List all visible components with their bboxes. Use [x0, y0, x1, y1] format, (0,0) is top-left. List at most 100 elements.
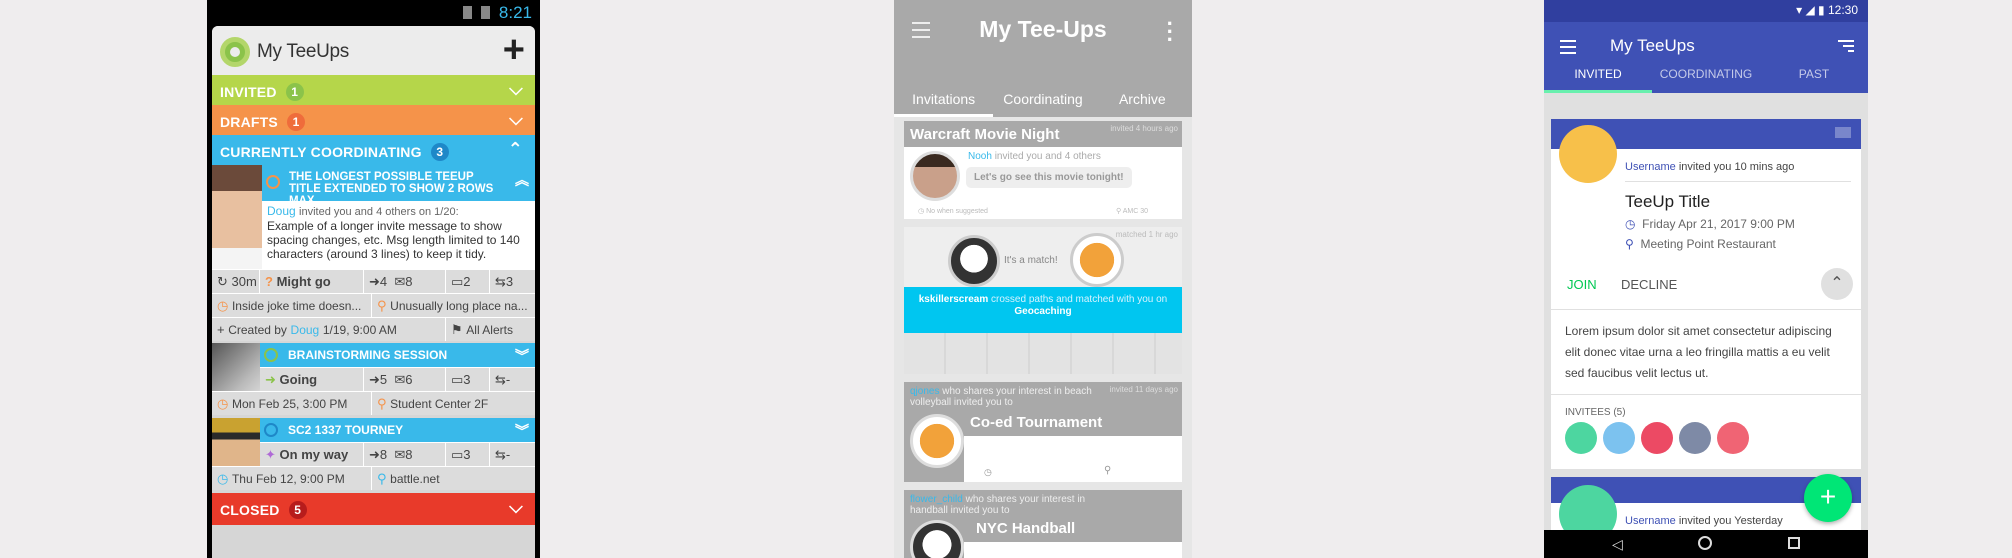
logo-icon[interactable]: [220, 37, 250, 67]
invitee-avatar[interactable]: [1641, 422, 1673, 454]
expand-icon[interactable]: ︾: [515, 346, 529, 366]
when-cell[interactable]: ◷ Thu Feb 12, 9:00 PM: [212, 467, 372, 490]
message-bubble: Let's go see this movie tonight!: [966, 167, 1132, 188]
section-drafts[interactable]: DRAFTS 1 ⌵: [212, 105, 535, 135]
comments-count: 3: [463, 372, 471, 387]
section-closed[interactable]: CLOSED 5 ⌵: [212, 493, 535, 525]
more-icon[interactable]: · · ·: [1167, 13, 1174, 51]
tab-invitations[interactable]: Invitations: [894, 81, 994, 117]
teeup-card[interactable]: Username invited you 10 mins ago TeeUp T…: [1551, 119, 1861, 469]
tab-archive[interactable]: Archive: [1093, 81, 1192, 117]
datetime-text: Friday Apr 21, 2017 9:00 PM: [1642, 217, 1795, 231]
back-icon[interactable]: ◁: [1612, 536, 1623, 553]
inviter-name[interactable]: Username: [1625, 515, 1676, 527]
going-count: 8: [379, 447, 388, 462]
avatar: [212, 418, 260, 466]
pin-icon: ⚲: [1104, 465, 1112, 476]
when-cell[interactable]: ◷ Mon Feb 25, 3:00 PM: [212, 392, 372, 415]
invitee-avatar[interactable]: [1603, 422, 1635, 454]
navigation-bar: ◁: [1544, 530, 1868, 558]
rsvp-status[interactable]: ✦ On my way: [260, 443, 364, 466]
counts-cell: ➜ 5 ✉ 6: [364, 368, 446, 391]
add-teeup-button[interactable]: +: [1804, 474, 1852, 522]
shares-count: 3: [505, 274, 514, 289]
teeup-title: SC2 1337 TOURNEY: [288, 423, 404, 437]
avatar: [910, 151, 960, 201]
tab-coordinating[interactable]: COORDINATING: [1652, 57, 1760, 93]
chevron-down-icon[interactable]: ⌵: [509, 79, 523, 100]
created-date: 1/19, 9:00 AM: [322, 322, 397, 337]
match-card[interactable]: matched 1 hr ago It's a match! kskillers…: [904, 227, 1182, 374]
rsvp-status[interactable]: ➜ Going: [260, 368, 364, 391]
join-button[interactable]: JOIN: [1567, 277, 1597, 292]
add-teeup-button[interactable]: +: [503, 30, 525, 70]
invitee-avatar[interactable]: [1565, 422, 1597, 454]
invite-line: flower_child who shares your interest in…: [904, 490, 1182, 516]
expand-icon[interactable]: ︾: [515, 421, 529, 441]
map-thumbnail[interactable]: [904, 333, 1182, 374]
teeup-card[interactable]: THE LONGEST POSSIBLE TEEUP TITLE EXTENDE…: [212, 165, 535, 341]
decline-button[interactable]: DECLINE: [1621, 277, 1677, 292]
battery-icon: [481, 6, 491, 19]
invitation-card[interactable]: invited 11 days ago qjones who shares yo…: [904, 382, 1182, 482]
status-text: Might go: [276, 274, 331, 289]
where-text: battle.net: [390, 471, 440, 486]
invite-time: invited 11 days ago: [1109, 385, 1178, 394]
arrow-icon: ➜: [265, 371, 276, 387]
comments-cell: ▭ 3: [446, 368, 490, 391]
inviter-name[interactable]: qjones: [910, 386, 939, 397]
match-activity[interactable]: Geocaching: [1014, 306, 1071, 317]
teeup-card[interactable]: SC2 1337 TOURNEY ︾ ✦ On my way ➜ 8 ✉ 8 ▭…: [212, 418, 535, 490]
menu-icon[interactable]: [1560, 40, 1576, 58]
invitation-card[interactable]: flower_child who shares your interest in…: [904, 490, 1182, 558]
sort-icon[interactable]: [1838, 40, 1854, 55]
tab-past[interactable]: PAST: [1760, 57, 1868, 93]
invite-time: invited 4 hours ago: [1110, 124, 1178, 133]
inviter-name[interactable]: Nooh: [968, 151, 992, 162]
chevron-up-icon[interactable]: ⌃: [508, 139, 523, 160]
where-cell[interactable]: ⚲ Unusually long place na...: [372, 294, 528, 317]
where-cell[interactable]: ⚲ battle.net: [372, 467, 440, 490]
app-title: My TeeUps: [1610, 36, 1695, 55]
message-text: Example of a longer invite message to sh…: [267, 219, 520, 261]
tab-coordinating[interactable]: Coordinating: [993, 81, 1092, 117]
section-coordinating[interactable]: CURRENTLY COORDINATING 3 ⌃: [212, 135, 535, 165]
avatar: [910, 414, 964, 468]
creator-name[interactable]: Doug: [291, 323, 320, 337]
teeup-header: THE LONGEST POSSIBLE TEEUP TITLE EXTENDE…: [262, 165, 535, 207]
chevron-up-icon[interactable]: ⌃: [1821, 268, 1853, 300]
power-icon: [266, 175, 280, 189]
where-cell[interactable]: ⚲ Student Center 2F: [372, 392, 488, 415]
mail-icon[interactable]: [1835, 127, 1851, 138]
match-user[interactable]: kskillerscream: [919, 294, 989, 305]
walking-icon: ✦: [265, 446, 276, 462]
where-text: Unusually long place na...: [390, 298, 528, 313]
invitee-avatar[interactable]: [1679, 422, 1711, 454]
stats-row: ✦ On my way ➜ 8 ✉ 8 ▭ 3 ⇆ -: [260, 442, 535, 466]
chevron-down-icon[interactable]: ⌵: [509, 109, 523, 130]
mail-count: 8: [405, 274, 413, 289]
rsvp-status[interactable]: ? Might go: [260, 270, 364, 293]
invitation-card[interactable]: invited 4 hours ago Warcraft Movie Night…: [904, 121, 1182, 219]
chevron-down-icon[interactable]: ⌵: [509, 497, 523, 518]
alerts-button[interactable]: ⚑ All Alerts: [446, 318, 513, 341]
invitee-avatar[interactable]: [1717, 422, 1749, 454]
inviter-name[interactable]: Username: [1625, 161, 1676, 173]
stats-row: ➜ Going ➜ 5 ✉ 6 ▭ 3 ⇆ -: [260, 367, 535, 391]
section-label: INVITED: [220, 84, 277, 100]
teeup-card[interactable]: BRAINSTORMING SESSION ︾ ➜ Going ➜ 5 ✉ 6 …: [212, 343, 535, 415]
inviter-name[interactable]: Doug: [267, 204, 296, 218]
recents-icon[interactable]: [1788, 537, 1800, 549]
when-text: ◷ No when suggested: [918, 208, 988, 215]
avatar: [212, 165, 262, 269]
section-invited[interactable]: INVITED 1 ⌵: [212, 75, 535, 105]
pin-icon: ⚲: [377, 470, 387, 486]
pin-icon: ⚲: [1625, 237, 1634, 251]
inviter-name[interactable]: flower_child: [910, 494, 963, 505]
when-cell[interactable]: ◷ Inside joke time doesn...: [212, 294, 372, 317]
mail-count: 8: [405, 447, 413, 462]
home-icon[interactable]: [1698, 536, 1712, 550]
tab-invited[interactable]: INVITED: [1544, 57, 1652, 93]
collapse-icon[interactable]: ︽: [515, 170, 529, 190]
shares-cell: ⇆ -: [495, 446, 511, 463]
